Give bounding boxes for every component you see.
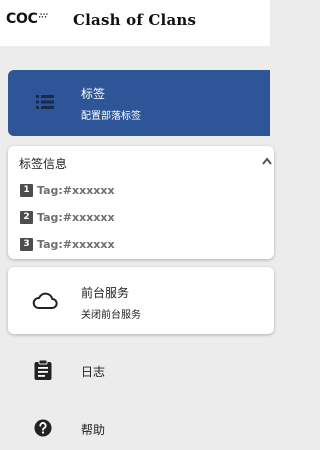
menu-item-log-label: 日志: [81, 365, 106, 379]
menu-item-tags-title: 标签: [81, 87, 106, 101]
foreground-service-subtitle: 关闭前台服务: [81, 310, 141, 321]
menu-item-tags-subtitle: 配置部落标签: [81, 111, 141, 122]
menu-item-tags[interactable]: 标签 配置部落标签: [8, 70, 270, 136]
tag-info-card: 标签信息 1 Tag:#xxxxxx 2 Tag:#xxxxxx 3 Tag:#…: [8, 146, 274, 259]
logo-small-mark: ∴∵: [38, 12, 48, 20]
tag-info-title: 标签信息: [19, 157, 68, 171]
menu-item-help-label: 帮助: [81, 423, 106, 437]
tag-index-badge: 2: [20, 211, 33, 224]
list-icon: [36, 95, 54, 109]
menu-item-log[interactable]: 日志: [0, 351, 270, 391]
logo-text: COC: [6, 11, 38, 27]
tag-value: Tag:#xxxxxx: [37, 184, 115, 197]
help-circle-icon: [34, 419, 52, 437]
menu-item-foreground-service[interactable]: 前台服务 关闭前台服务: [8, 267, 274, 334]
tag-value: Tag:#xxxxxx: [37, 238, 115, 251]
foreground-service-title: 前台服务: [81, 286, 130, 300]
tag-value: Tag:#xxxxxx: [37, 211, 115, 224]
tag-index-badge: 3: [20, 238, 33, 251]
coc-logo: COC∴∵: [6, 11, 48, 27]
tag-index-badge: 1: [20, 184, 33, 197]
clipboard-icon: [34, 360, 52, 380]
app-title: Clash of Clans: [73, 11, 197, 29]
chevron-up-icon[interactable]: [262, 157, 272, 165]
app-header: COC∴∵ Clash of Clans: [0, 0, 270, 46]
menu-item-help[interactable]: 帮助: [0, 410, 270, 450]
cloud-icon: [32, 292, 58, 309]
